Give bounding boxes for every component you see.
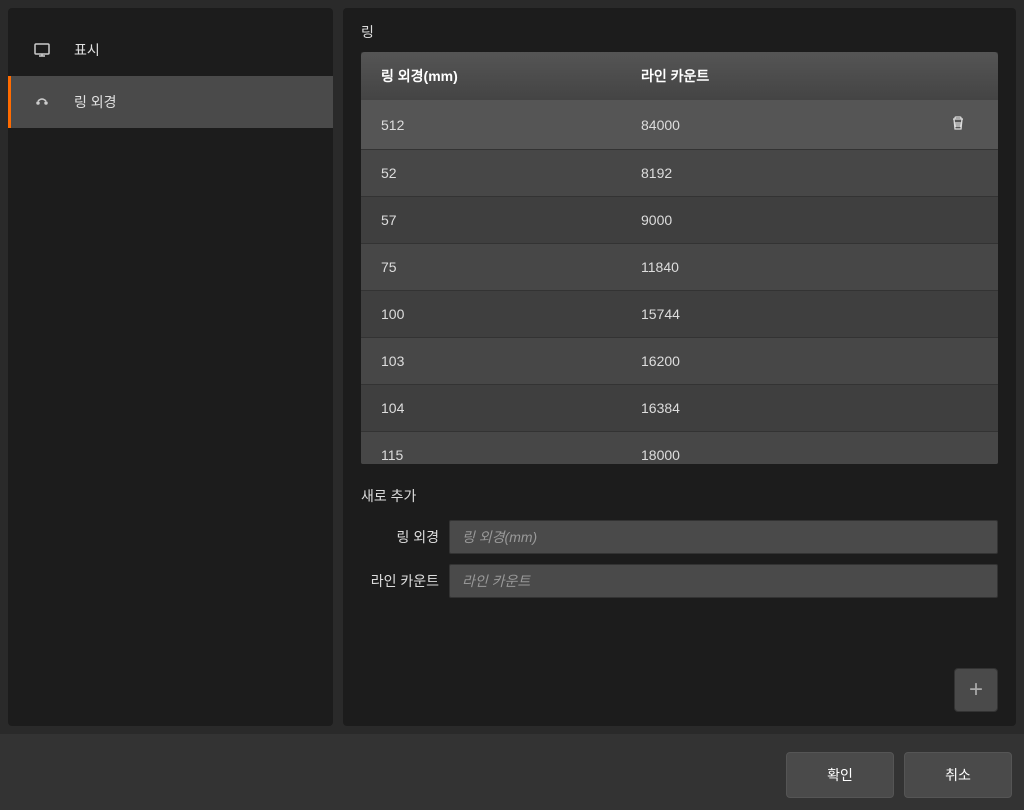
table-row[interactable]: 115 18000 <box>361 432 998 464</box>
ok-button[interactable]: 확인 <box>786 752 894 798</box>
plus-icon: + <box>969 676 983 704</box>
add-button[interactable]: + <box>954 668 998 712</box>
cell-diameter: 104 <box>381 400 641 416</box>
sidebar-item-label: 링 외경 <box>74 92 117 112</box>
sidebar-item-display[interactable]: 표시 <box>8 24 333 76</box>
count-input[interactable] <box>449 564 998 598</box>
content-panel: 링 링 외경(mm) 라인 카운트 512 84000 <box>343 8 1016 726</box>
cell-diameter: 115 <box>381 447 641 463</box>
cell-diameter: 75 <box>381 259 641 275</box>
header-diameter: 링 외경(mm) <box>381 66 641 86</box>
cell-count: 16384 <box>641 400 938 416</box>
add-button-row: + <box>361 608 998 712</box>
form-row-count: 라인 카운트 <box>361 564 998 598</box>
cell-count: 8192 <box>641 165 938 181</box>
sidebar: 표시 링 외경 <box>8 8 333 726</box>
add-section-title: 새로 추가 <box>361 486 998 506</box>
table-row[interactable]: 57 9000 <box>361 197 998 244</box>
table-row[interactable]: 75 11840 <box>361 244 998 291</box>
table-header: 링 외경(mm) 라인 카운트 <box>361 52 998 100</box>
sidebar-item-ring-diameter[interactable]: 링 외경 <box>8 76 333 128</box>
add-section: 새로 추가 링 외경 라인 카운트 <box>361 486 998 608</box>
cell-count: 18000 <box>641 447 938 463</box>
cell-count: 84000 <box>641 117 938 133</box>
cell-count: 16200 <box>641 353 938 369</box>
table-row[interactable]: 52 8192 <box>361 150 998 197</box>
cell-diameter: 57 <box>381 212 641 228</box>
ring-icon <box>32 92 52 112</box>
count-label: 라인 카운트 <box>361 571 449 591</box>
form-row-diameter: 링 외경 <box>361 520 998 554</box>
sidebar-item-label: 표시 <box>74 40 100 60</box>
footer: 확인 취소 <box>0 734 1024 810</box>
header-count: 라인 카운트 <box>641 66 938 86</box>
cell-count: 11840 <box>641 259 938 275</box>
cancel-button[interactable]: 취소 <box>904 752 1012 798</box>
section-title: 링 <box>361 22 998 42</box>
diameter-label: 링 외경 <box>361 527 449 547</box>
table-body[interactable]: 512 84000 52 8192 <box>361 100 998 464</box>
cell-count: 15744 <box>641 306 938 322</box>
cell-count: 9000 <box>641 212 938 228</box>
table-row[interactable]: 100 15744 <box>361 291 998 338</box>
cell-diameter: 100 <box>381 306 641 322</box>
cell-diameter: 103 <box>381 353 641 369</box>
diameter-input[interactable] <box>449 520 998 554</box>
table-row[interactable]: 103 16200 <box>361 338 998 385</box>
table-row[interactable]: 512 84000 <box>361 100 998 150</box>
cell-diameter: 52 <box>381 165 641 181</box>
ring-table: 링 외경(mm) 라인 카운트 512 84000 <box>361 52 998 464</box>
header-action <box>938 66 978 86</box>
cell-diameter: 512 <box>381 117 641 133</box>
display-icon <box>32 40 52 60</box>
trash-icon[interactable] <box>950 118 966 134</box>
table-row[interactable]: 104 16384 <box>361 385 998 432</box>
